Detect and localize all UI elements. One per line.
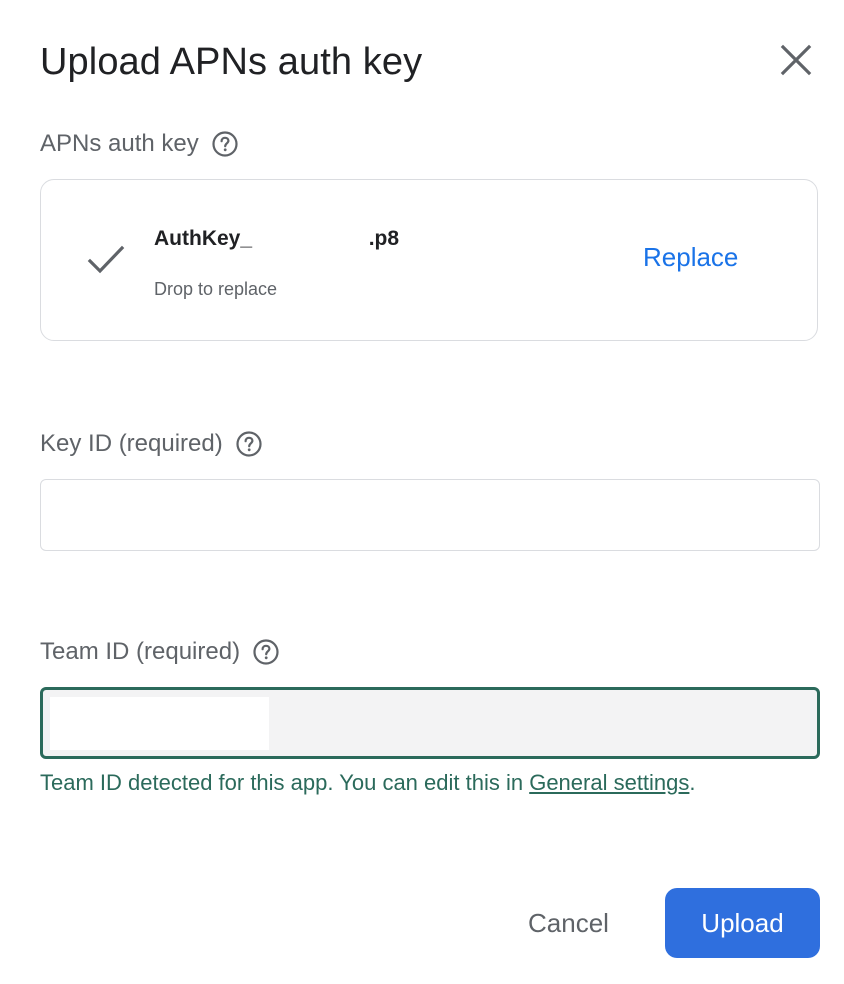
apns-auth-key-label: APNs auth key	[40, 130, 199, 157]
team-id-label-row: Team ID (required)	[40, 637, 280, 667]
uploaded-file-name: AuthKey_ .p8	[154, 227, 400, 250]
general-settings-link[interactable]: General settings	[529, 770, 689, 795]
key-id-label: Key ID (required)	[40, 430, 223, 457]
checkmark-icon	[87, 244, 125, 276]
key-id-input[interactable]	[40, 479, 820, 551]
team-id-label: Team ID (required)	[40, 638, 241, 665]
helper-suffix: .	[689, 770, 696, 795]
key-id-label-row: Key ID (required)	[40, 429, 263, 459]
apns-auth-key-label-row: APNs auth key	[40, 129, 239, 159]
close-button[interactable]	[776, 40, 816, 80]
replace-button[interactable]: Replace	[631, 240, 750, 274]
helper-text: Team ID detected for this app. You can e…	[40, 770, 530, 795]
drop-hint: Drop to replace	[154, 279, 278, 299]
close-icon	[780, 44, 812, 76]
file-drop-zone[interactable]: AuthKey_ .p8 Drop to replace Replace	[40, 179, 818, 341]
team-id-helper-text: Team ID detected for this app. You can e…	[40, 768, 696, 798]
help-icon[interactable]	[211, 130, 239, 158]
redacted-team-id	[50, 697, 269, 750]
upload-button[interactable]: Upload	[665, 888, 820, 958]
dialog-title: Upload APNs auth key	[40, 41, 423, 83]
help-icon[interactable]	[252, 638, 280, 666]
help-icon[interactable]	[235, 430, 263, 458]
upload-apns-dialog: Upload APNs auth key APNs auth key AuthK…	[0, 0, 844, 984]
cancel-button[interactable]: Cancel	[512, 904, 625, 942]
